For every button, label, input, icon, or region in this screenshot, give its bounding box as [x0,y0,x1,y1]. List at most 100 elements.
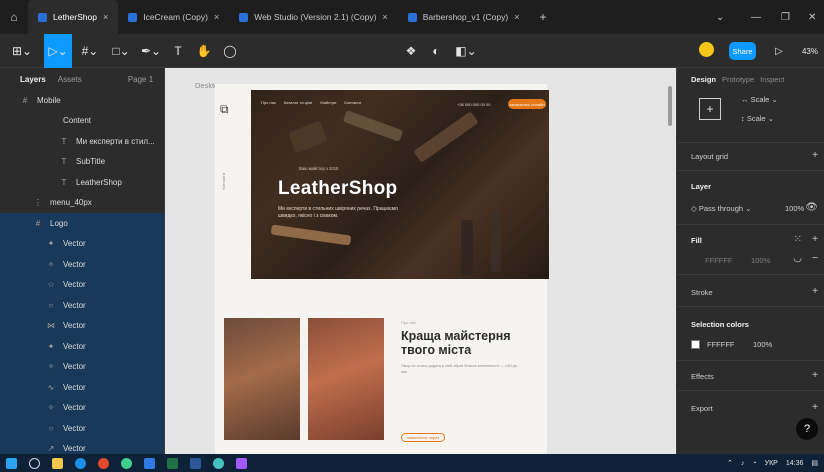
selection-color-opacity[interactable]: 100% [753,340,772,349]
close-icon[interactable]: × [103,12,108,22]
excel-icon[interactable] [167,457,178,469]
home-icon[interactable]: ⌂ [0,0,28,34]
tab-icecream[interactable]: IceCream (Copy) × [118,0,229,34]
layer-row[interactable]: ✦ Vector [0,233,164,254]
layer-row[interactable]: # Logo [0,213,164,234]
logo-icon[interactable]: ⧉ [220,102,236,118]
tab-barbershop[interactable]: Barbershop_v1 (Copy) × [398,0,530,34]
figma-icon[interactable] [236,457,247,469]
pen-tool-icon[interactable]: ✒⌄ [138,34,164,68]
minimize-icon[interactable]: — [751,0,761,34]
add-layout-grid-icon[interactable]: + [812,150,818,161]
close-icon[interactable]: × [214,12,219,22]
volume-icon[interactable]: ♪ [741,460,745,467]
hand-tool-icon[interactable]: ✋ [194,34,214,68]
word-icon[interactable] [190,457,201,469]
layer-row[interactable]: ✧ Vector [0,397,164,418]
styles-icon[interactable]: ⁙ [794,234,802,245]
close-icon[interactable]: × [514,12,519,22]
file-explorer-icon[interactable] [52,457,63,469]
remove-fill-icon[interactable]: − [812,253,818,264]
app-icon[interactable] [213,457,224,469]
tab-design[interactable]: Design [691,75,716,84]
constraint-horizontal[interactable]: ↔ Scale ⌄ [741,95,778,104]
layer-row[interactable]: ○ Vector [0,295,164,316]
layer-row[interactable]: T SubTitle [0,152,164,173]
fill-visibility-icon[interactable]: ◡ [793,253,802,264]
add-fill-icon[interactable]: + [812,234,818,245]
chevron-down-icon[interactable]: ⌄ [716,0,724,34]
constraints-icon[interactable]: + [699,98,721,120]
component-icon[interactable]: ❖ [401,34,421,68]
tab-inspect[interactable]: Inspect [760,75,784,84]
constraint-vertical[interactable]: ↕ Scale ⌄ [741,114,774,123]
layer-row[interactable]: T Ми експерти в стил... [0,131,164,152]
tab-prototype[interactable]: Prototype [722,75,754,84]
comment-tool-icon[interactable]: ◯ [220,34,240,68]
layer-row[interactable]: # Mobile [0,90,164,111]
layer-row[interactable]: ⋈ Vector [0,315,164,336]
fill-hex[interactable]: FFFFFF [705,256,733,265]
canvas-scrollbar[interactable] [668,86,672,126]
fill-opacity[interactable]: 100% [751,256,770,265]
close-window-icon[interactable]: ✕ [808,0,816,34]
tab-assets[interactable]: Assets [58,75,82,84]
boolean-icon[interactable]: ◧⌄ [452,34,480,68]
present-icon[interactable]: ▷ [770,34,788,68]
clock[interactable]: 14:36 [786,460,804,467]
help-button[interactable]: ? [796,418,818,440]
vscode-icon[interactable] [144,457,155,469]
tray-chevron-icon[interactable]: ⌃ [727,459,733,467]
layer-row[interactable]: ✧ Vector [0,356,164,377]
network-icon[interactable]: ◔ [752,460,756,467]
move-tool-icon[interactable]: ▷⌄ [44,34,72,68]
zoom-level[interactable]: 43% [797,34,823,68]
page-selector[interactable]: Page 1 [128,75,153,84]
opera-icon[interactable] [98,457,109,469]
tab-layers[interactable]: Layers [20,75,46,84]
maximize-icon[interactable]: ❐ [781,0,790,34]
selection-color-hex[interactable]: FFFFFF [707,340,735,349]
section-photo-1[interactable] [224,318,300,440]
canvas[interactable]: Desktop ⧉ Контакти Про нас Каталог та ці… [165,68,676,454]
add-export-icon[interactable]: + [812,402,818,413]
layer-row[interactable]: Content [0,111,164,132]
windows-start-icon[interactable] [6,457,17,469]
layer-row[interactable]: ⋮ menu_40px [0,193,164,214]
visibility-icon[interactable]: 👁 [805,202,818,213]
text-tool-icon[interactable]: T [168,34,188,68]
layer-row[interactable]: T LeatherShop [0,172,164,193]
section-photo-2[interactable] [308,318,384,440]
nav-item[interactable]: Каталог та ціни [284,100,312,105]
edge-icon[interactable] [75,457,86,469]
nav-item[interactable]: Майстри [320,100,336,105]
layer-row[interactable]: ∿ Vector [0,377,164,398]
nav-item[interactable]: Контакти [344,100,361,105]
shape-tool-icon[interactable]: □⌄ [108,34,134,68]
add-effect-icon[interactable]: + [812,370,818,381]
main-menu-icon[interactable]: ⊞⌄ [0,34,44,68]
blend-mode[interactable]: ◇ Pass through ⌄ [691,204,751,213]
search-icon[interactable] [29,457,40,469]
layer-row[interactable]: ✧ Vector [0,254,164,275]
selection-color-swatch[interactable] [691,340,700,349]
share-button[interactable]: Share [729,42,756,60]
nav-item[interactable]: Про нас [261,100,276,105]
chrome-icon[interactable] [121,457,132,469]
add-stroke-icon[interactable]: + [812,286,818,297]
frame-tool-icon[interactable]: #⌄ [76,34,104,68]
language-indicator[interactable]: УКР [765,460,778,467]
notifications-icon[interactable]: ▤ [811,459,818,467]
layer-opacity[interactable]: 100% [785,204,804,213]
hero-image[interactable]: Про нас Каталог та ціни Майстри Контакти… [251,90,549,279]
avatar[interactable] [699,42,714,57]
layer-row[interactable]: ○ Vector [0,418,164,439]
layer-row[interactable]: ☆ Vector [0,274,164,295]
tab-web-studio[interactable]: Web Studio (Version 2.1) (Copy) × [229,0,397,34]
tab-lethershop[interactable]: LetherShop × [28,0,119,34]
close-icon[interactable]: × [382,12,387,22]
mask-icon[interactable]: ◐ [426,34,446,68]
new-tab-icon[interactable]: + [529,10,556,24]
section-button[interactable]: записатись зараз [401,433,445,442]
layer-row[interactable]: ✦ Vector [0,336,164,357]
